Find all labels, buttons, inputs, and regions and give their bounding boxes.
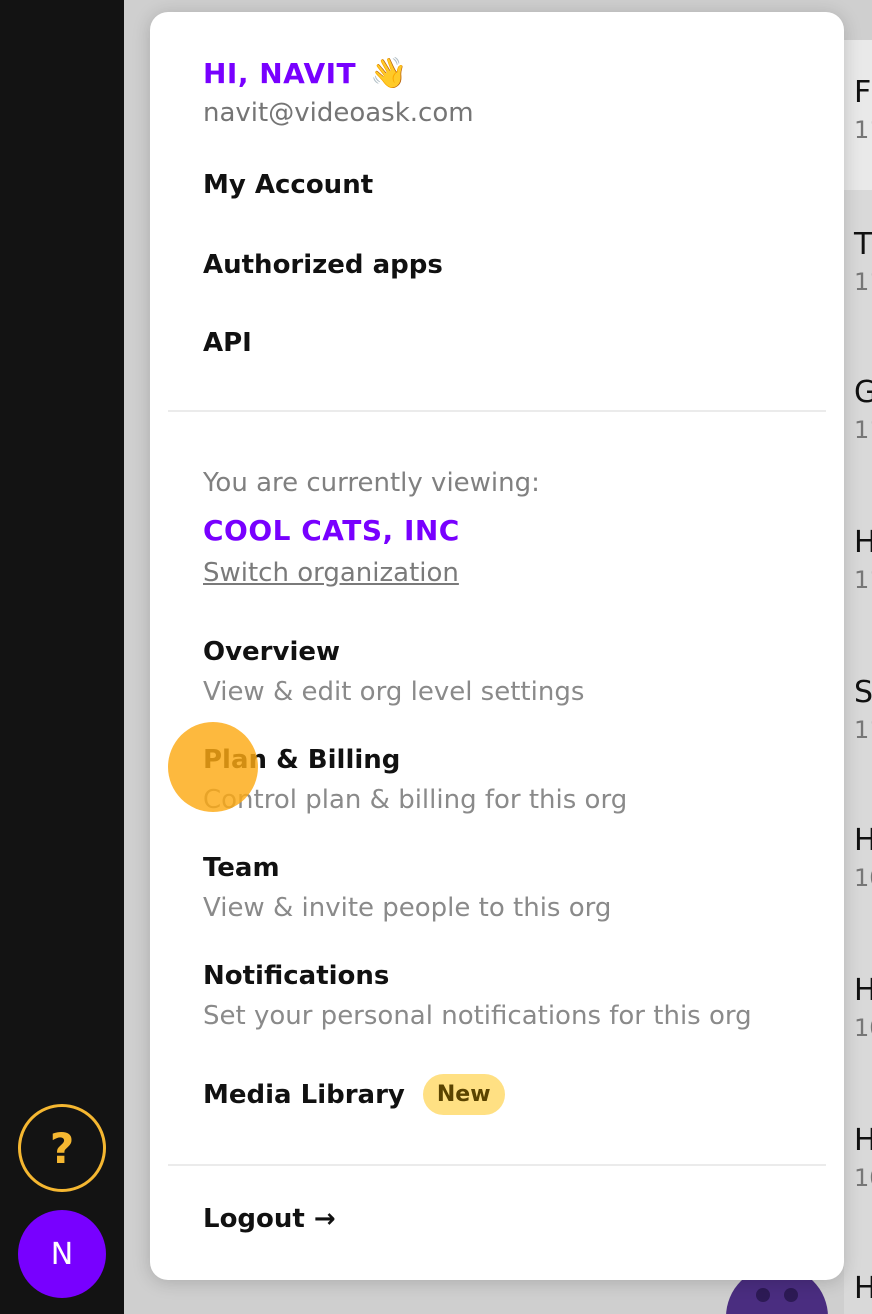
background-row-title: H: [854, 1123, 872, 1158]
background-row[interactable]: F 11: [854, 75, 872, 144]
avatar-initial: N: [50, 1236, 74, 1272]
background-row-sub: 11: [854, 116, 872, 144]
background-list: F 11 T 11 G 11 H 11 S 11 H 10 H 10 H 10 …: [844, 40, 872, 1314]
background-avatar-eye: [784, 1288, 798, 1302]
overview-title: Overview: [203, 637, 341, 667]
greeting: HI, NAVIT 👋: [203, 56, 408, 91]
background-row[interactable]: T 11: [854, 227, 872, 296]
background-row-title: H: [854, 973, 872, 1008]
overview-menu-item[interactable]: Overview View & edit org level settings: [203, 636, 584, 708]
background-row-sub: 11: [854, 566, 872, 594]
my-account-link[interactable]: My Account: [203, 170, 373, 200]
divider: [168, 410, 826, 412]
notifications-menu-item[interactable]: Notifications Set your personal notifica…: [203, 960, 752, 1032]
background-row-sub: 10: [854, 1014, 872, 1042]
question-mark-icon: ?: [49, 1123, 75, 1173]
left-rail: ? N: [0, 0, 124, 1314]
background-row-title: G: [854, 375, 872, 410]
help-button[interactable]: ?: [18, 1104, 106, 1192]
background-row[interactable]: H: [854, 1274, 872, 1314]
plan-billing-description: Control plan & billing for this org: [203, 785, 628, 815]
team-menu-item[interactable]: Team View & invite people to this org: [203, 852, 611, 924]
org-name: COOL CATS, INC: [203, 514, 460, 547]
divider: [168, 1164, 826, 1166]
account-dropdown-menu: HI, NAVIT 👋 navit@videoask.com My Accoun…: [150, 12, 844, 1280]
background-row-title: F: [854, 75, 872, 110]
media-library-title: Media Library: [203, 1079, 405, 1110]
plan-billing-menu-item[interactable]: Plan & Billing Control plan & billing fo…: [203, 744, 627, 816]
background-row-sub: 11: [854, 416, 872, 444]
background-row-title: H: [854, 823, 872, 858]
background-row[interactable]: H 11: [854, 525, 872, 594]
user-email: navit@videoask.com: [203, 98, 474, 128]
background-row[interactable]: H 10: [854, 973, 872, 1042]
new-badge: New: [422, 1074, 505, 1115]
team-description: View & invite people to this org: [203, 893, 612, 923]
background-row-title: H: [854, 1271, 872, 1306]
background-row-sub: 11: [854, 268, 872, 296]
background-row-title: T: [854, 227, 872, 262]
switch-organization-link[interactable]: Switch organization: [203, 558, 459, 588]
background-row[interactable]: G 11: [854, 375, 872, 444]
overview-description: View & edit org level settings: [203, 677, 585, 707]
team-title: Team: [203, 853, 280, 883]
notifications-description: Set your personal notifications for this…: [203, 1001, 752, 1031]
waving-hand-icon: 👋: [370, 56, 408, 91]
media-library-menu-item[interactable]: Media Library New: [203, 1074, 505, 1115]
api-link[interactable]: API: [203, 328, 252, 358]
background-row[interactable]: H 10: [854, 823, 872, 892]
authorized-apps-link[interactable]: Authorized apps: [203, 250, 443, 280]
background-row-sub: 10: [854, 1164, 872, 1192]
viewing-label: You are currently viewing:: [203, 468, 540, 498]
background-row-title: S: [854, 675, 872, 710]
background-row-sub: 10: [854, 864, 872, 892]
background-row-title: H: [854, 525, 872, 560]
background-row[interactable]: S 11: [854, 675, 872, 744]
plan-billing-title: Plan & Billing: [203, 745, 401, 775]
background-row-sub: 11: [854, 716, 872, 744]
background-avatar-eye: [756, 1288, 770, 1302]
user-avatar-button[interactable]: N: [18, 1210, 106, 1298]
greeting-text: HI, NAVIT: [203, 57, 357, 90]
logout-link[interactable]: Logout →: [203, 1204, 336, 1234]
notifications-title: Notifications: [203, 961, 390, 991]
background-row[interactable]: H 10: [854, 1123, 872, 1192]
